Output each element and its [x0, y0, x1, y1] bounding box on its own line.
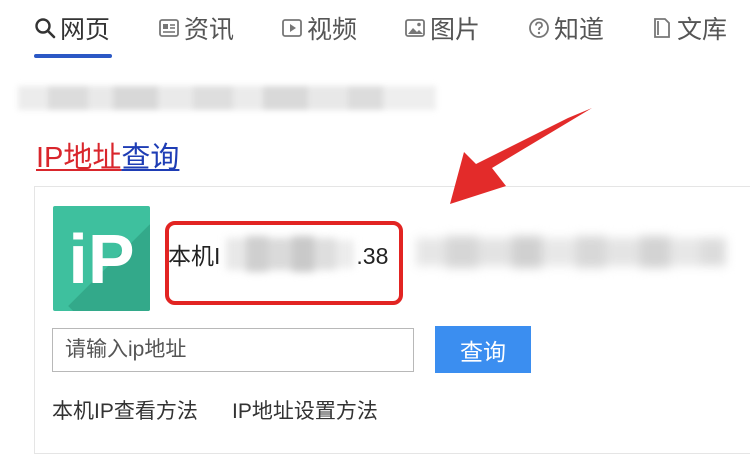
red-arrow-annotation — [450, 108, 592, 204]
